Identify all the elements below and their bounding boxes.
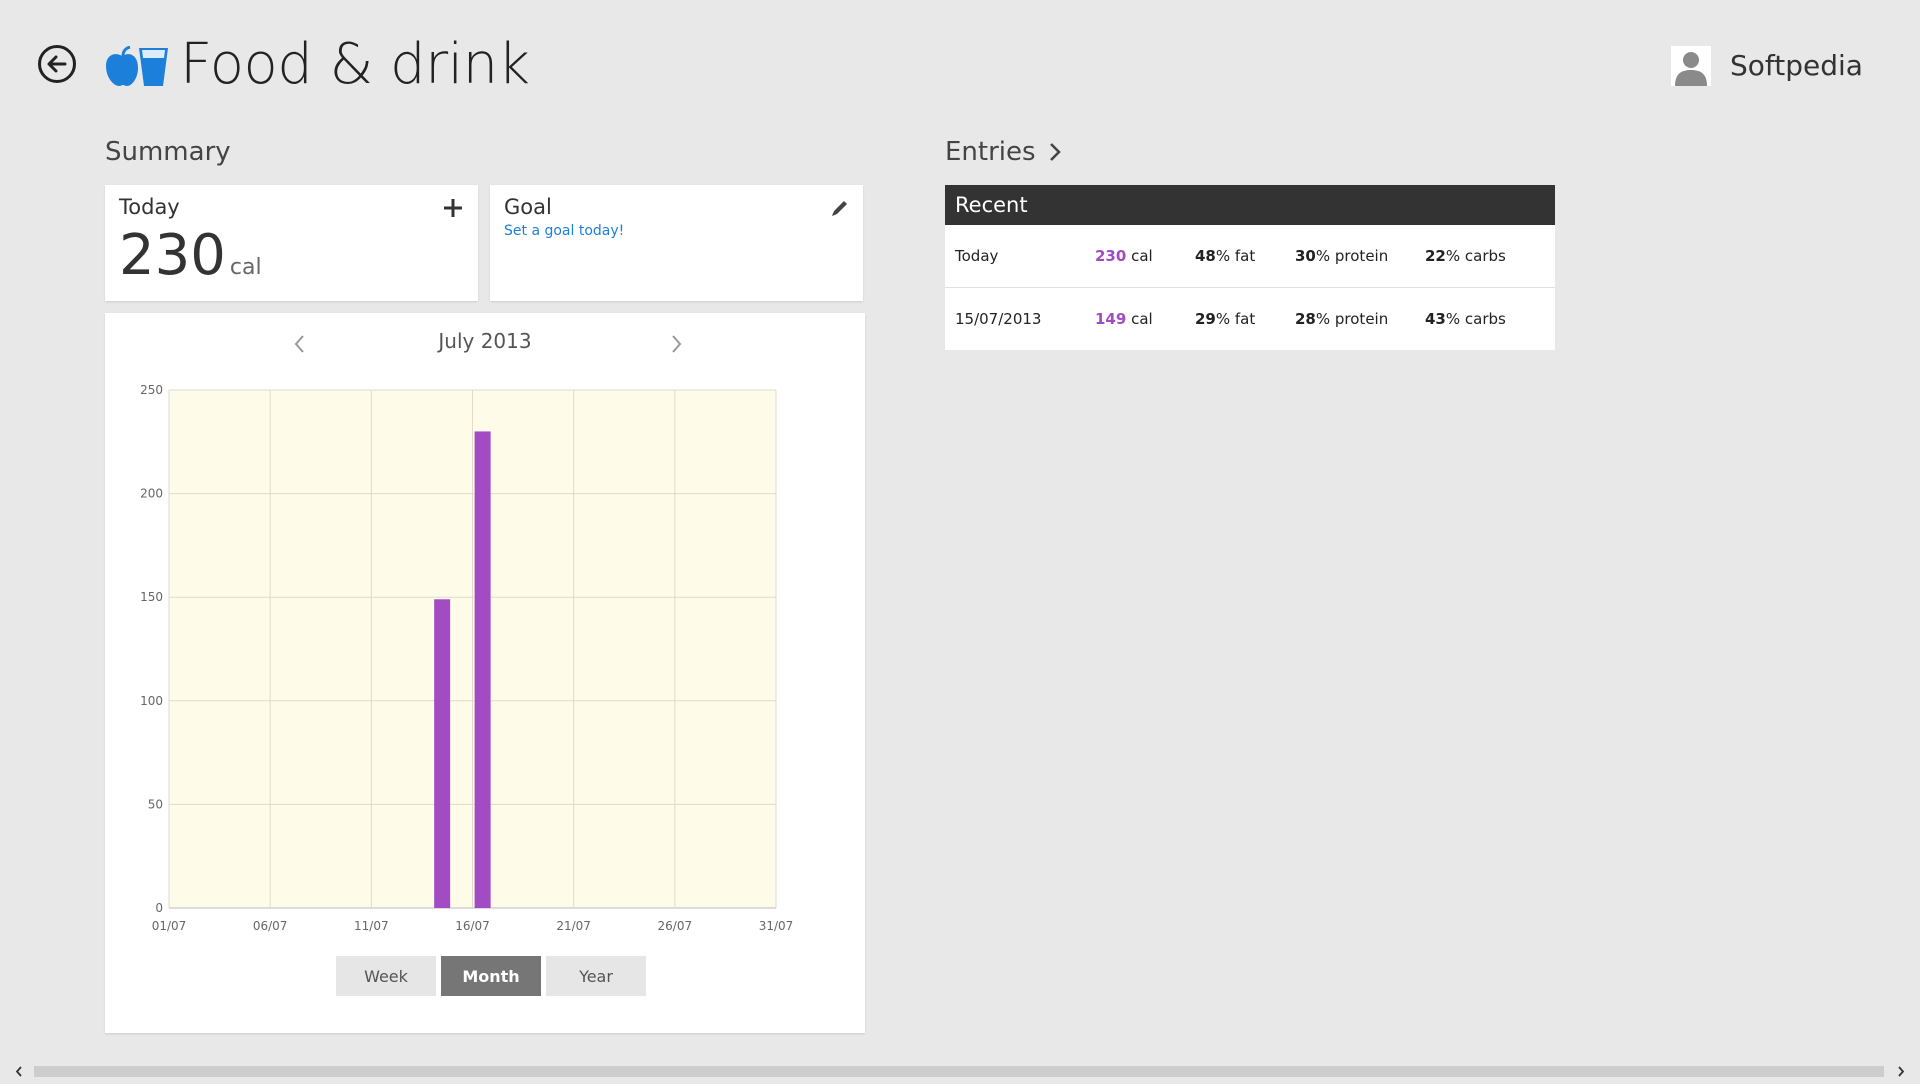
today-tile[interactable]: Today 230 cal — [105, 185, 478, 301]
entry-fat: 48% fat — [1195, 247, 1255, 265]
y-tick-label: 0 — [155, 901, 163, 915]
range-year-button[interactable]: Year — [546, 956, 646, 996]
entries-heading: Entries — [945, 137, 1036, 167]
today-label: Today — [119, 195, 180, 219]
entry-protein-value: 30 — [1295, 247, 1316, 265]
x-tick-label: 26/07 — [658, 919, 693, 933]
today-calories-value: 230 — [119, 223, 226, 288]
today-calories-unit: cal — [229, 255, 262, 280]
food-drink-app-icon — [106, 46, 168, 86]
x-tick-label: 11/07 — [354, 919, 389, 933]
edit-goal-button[interactable] — [829, 197, 851, 219]
entries-heading-link[interactable]: Entries — [945, 136, 1062, 168]
x-tick-label: 31/07 — [759, 919, 794, 933]
y-tick-label: 250 — [140, 383, 163, 397]
entry-protein: 30% protein — [1295, 247, 1388, 265]
entry-fat-value: 48 — [1195, 247, 1216, 265]
chevron-right-icon — [1049, 143, 1061, 161]
entry-calories-unit: cal — [1126, 247, 1153, 265]
user-avatar[interactable] — [1671, 46, 1711, 86]
entry-carbs-value: 43 — [1425, 310, 1446, 328]
set-goal-link[interactable]: Set a goal today! — [504, 223, 624, 239]
entry-fat-unit: % fat — [1215, 247, 1256, 265]
goal-label: Goal — [504, 195, 552, 219]
today-calories: 230 cal — [119, 221, 262, 303]
calories-chart-tile: July 2013 0 50 100 150 200 250 01/07 06/07 11/07… — [105, 313, 865, 1033]
entry-calories: 230 cal — [1095, 247, 1153, 265]
y-tick-label: 50 — [148, 797, 163, 811]
entry-fat-value: 29 — [1195, 310, 1216, 328]
entry-row[interactable]: 15/07/2013 149 cal 29% fat 28% protein 4… — [945, 288, 1555, 350]
recent-header: Recent — [945, 185, 1555, 225]
entry-carbs-value: 22 — [1425, 247, 1446, 265]
entry-carbs: 22% carbs — [1425, 247, 1506, 265]
entry-protein-unit: % protein — [1315, 247, 1389, 265]
chevron-left-icon — [15, 1066, 22, 1077]
x-tick-label: 01/07 — [152, 919, 187, 933]
entry-protein-value: 28 — [1295, 310, 1316, 328]
entry-carbs-unit: % carbs — [1445, 310, 1506, 328]
entry-date: Today — [955, 247, 999, 265]
scrollbar-thumb[interactable] — [34, 1066, 1884, 1077]
y-tick-label: 150 — [140, 590, 163, 604]
entry-calories-unit: cal — [1126, 310, 1153, 328]
user-icon — [1675, 52, 1707, 86]
entry-row[interactable]: Today 230 cal 48% fat 30% protein 22% ca… — [945, 225, 1555, 288]
y-tick-label: 100 — [140, 694, 163, 708]
horizontal-scrollbar[interactable] — [0, 1063, 1920, 1080]
entry-date: 15/07/2013 — [955, 310, 1042, 328]
pencil-icon — [832, 201, 847, 216]
y-tick-label: 200 — [140, 487, 163, 501]
entry-protein-unit: % protein — [1315, 310, 1389, 328]
entry-carbs: 43% carbs — [1425, 310, 1506, 328]
summary-heading: Summary — [105, 137, 231, 167]
page-title: Food & drink — [180, 32, 530, 97]
goal-tile[interactable]: Goal Set a goal today! — [490, 185, 863, 301]
x-tick-label: 16/07 — [455, 919, 490, 933]
calories-bar-chart: 0 50 100 150 200 250 01/07 06/07 11/07 16/07 21/07… — [140, 383, 794, 933]
arrow-left-icon — [47, 55, 67, 73]
entry-fat-unit: % fat — [1215, 310, 1256, 328]
add-entry-button[interactable] — [438, 193, 468, 223]
x-tick-label: 21/07 — [556, 919, 591, 933]
entry-calories-value: 230 — [1095, 247, 1127, 265]
chart-bar — [474, 431, 491, 908]
range-month-button[interactable]: Month — [441, 956, 541, 996]
entry-calories: 149 cal — [1095, 310, 1153, 328]
back-button[interactable] — [38, 45, 76, 83]
user-name[interactable]: Softpedia — [1730, 48, 1863, 84]
scroll-left-button[interactable] — [12, 1063, 26, 1080]
entry-carbs-unit: % carbs — [1445, 247, 1506, 265]
range-selector: Week Month Year — [336, 956, 646, 996]
recent-entries-panel: Recent Today 230 cal 48% fat 30% protein… — [945, 185, 1555, 350]
chevron-right-icon — [1898, 1066, 1905, 1077]
entry-calories-value: 149 — [1095, 310, 1127, 328]
scroll-right-button[interactable] — [1894, 1063, 1908, 1080]
entry-protein: 28% protein — [1295, 310, 1388, 328]
plus-icon — [444, 199, 462, 217]
chart-bar — [434, 599, 451, 908]
x-tick-label: 06/07 — [253, 919, 288, 933]
entry-fat: 29% fat — [1195, 310, 1255, 328]
range-week-button[interactable]: Week — [336, 956, 436, 996]
